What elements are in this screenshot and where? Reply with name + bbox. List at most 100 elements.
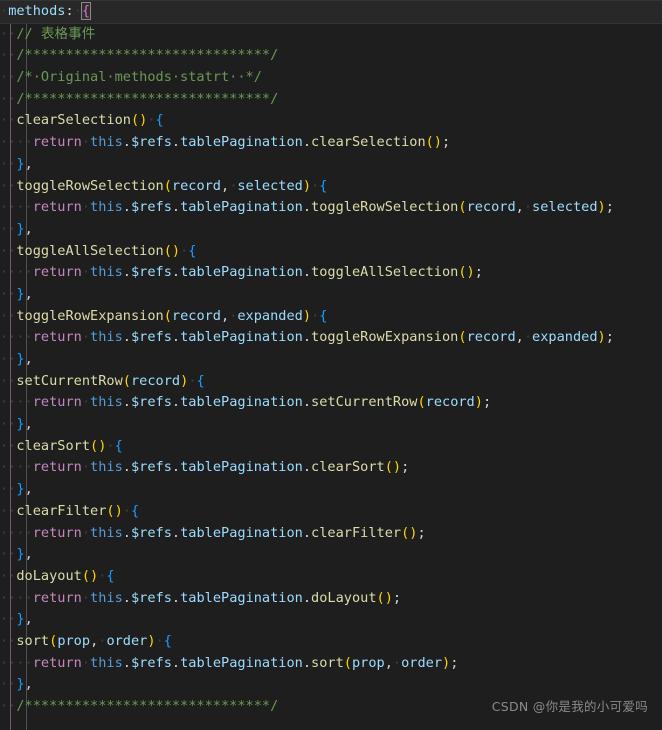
code-line[interactable]: ··},: [0, 219, 662, 241]
code-token: .: [171, 524, 181, 541]
code-token: ····: [0, 459, 33, 476]
code-token: ;: [482, 394, 492, 411]
code-line[interactable]: ··toggleRowExpansion(record,·expanded)·{: [0, 306, 662, 328]
code-line[interactable]: ····return·this.$refs.tablePagination.do…: [0, 588, 662, 610]
code-line[interactable]: ··toggleAllSelection()·{: [0, 241, 662, 263]
code-token: doLayout: [16, 567, 82, 584]
code-token: clearSort: [311, 459, 385, 476]
code-token: toggleRowExpansion: [311, 329, 459, 346]
code-token: $refs: [130, 264, 172, 281]
code-token: ): [302, 307, 312, 324]
code-token: .: [171, 459, 181, 476]
code-line[interactable]: ··/*·Original·methods·statrt··*/: [0, 67, 662, 89]
code-token: ··: [0, 632, 17, 649]
code-line[interactable]: ····return·this.$refs.tablePagination.to…: [0, 327, 662, 349]
code-token: ,: [24, 546, 33, 563]
code-line[interactable]: ··},: [0, 414, 662, 436]
code-token: :: [65, 3, 74, 19]
code-token: clearSelection: [16, 112, 131, 129]
code-token: ·: [81, 264, 91, 281]
code-token: setCurrentRow: [16, 372, 123, 389]
code-token: .: [302, 134, 312, 151]
code-line[interactable]: ··/******************************/: [0, 45, 662, 67]
code-line[interactable]: ··},: [0, 544, 662, 566]
code-line[interactable]: ····return·this.$refs.tablePagination.cl…: [0, 523, 662, 545]
code-line[interactable]: ··setCurrentRow(record)·{: [0, 371, 662, 393]
code-token: (): [130, 112, 148, 129]
code-token: (): [458, 264, 475, 281]
code-token: expanded: [237, 307, 303, 324]
code-token: (: [163, 307, 172, 324]
code-token: ,: [515, 199, 524, 216]
code-content[interactable]: ·methods:·{··// 表格事件 ··/*****************…: [0, 0, 662, 718]
code-token: .: [122, 524, 131, 541]
code-token: (: [458, 199, 467, 216]
code-token: ,: [221, 177, 230, 194]
code-line[interactable]: ··sort(prop,·order)·{: [0, 631, 662, 653]
code-token: .: [122, 589, 131, 606]
code-editor[interactable]: ·methods:·{··// 表格事件 ··/*****************…: [0, 0, 662, 730]
code-token: sort: [311, 654, 344, 671]
code-token: ··: [0, 177, 17, 194]
code-token: }: [16, 546, 25, 563]
code-token: (): [163, 242, 181, 259]
code-token: ·: [392, 654, 402, 671]
code-token: this: [90, 524, 123, 541]
code-token: clearSort: [16, 437, 91, 454]
code-token: .: [122, 394, 131, 411]
code-token: ): [302, 177, 312, 194]
code-line[interactable]: ··},: [0, 609, 662, 631]
code-token: return: [32, 134, 82, 151]
code-line[interactable]: ··},: [0, 349, 662, 371]
code-line[interactable]: ··toggleRowSelection(record,·selected)·{: [0, 176, 662, 198]
code-token: tablePagination: [180, 264, 303, 281]
code-token: record: [466, 329, 516, 346]
code-line[interactable]: ··clearSort()·{: [0, 436, 662, 458]
code-token: $refs: [130, 459, 172, 476]
code-token: .: [122, 329, 131, 346]
code-token: $refs: [130, 134, 172, 151]
code-token: ····: [0, 394, 33, 411]
code-token: tablePagination: [180, 654, 303, 671]
code-token: (: [122, 372, 131, 389]
code-token: .: [122, 264, 131, 281]
code-line[interactable]: ····return·this.$refs.tablePagination.cl…: [0, 132, 662, 154]
code-token: expanded: [532, 329, 598, 346]
code-line[interactable]: ··},: [0, 479, 662, 501]
code-token: ,: [24, 416, 33, 433]
code-line[interactable]: ··doLayout()·{: [0, 566, 662, 588]
code-line[interactable]: ··clearSelection()·{: [0, 110, 662, 132]
code-token: order: [106, 632, 148, 649]
code-line[interactable]: ··clearFilter()·{: [0, 501, 662, 523]
code-token: ): [442, 654, 451, 671]
code-line[interactable]: ····return·this.$refs.tablePagination.se…: [0, 392, 662, 414]
code-line[interactable]: ··},: [0, 284, 662, 306]
code-token: ,: [221, 307, 230, 324]
code-line[interactable]: ····return·this.$refs.tablePagination.to…: [0, 262, 662, 284]
code-token: $refs: [130, 524, 172, 541]
code-line[interactable]: ··},: [0, 154, 662, 176]
code-token: clearFilter: [16, 502, 107, 519]
code-token: $refs: [130, 199, 172, 216]
code-line[interactable]: ·methods:·{: [0, 0, 662, 24]
code-token: .: [302, 459, 312, 476]
code-line[interactable]: ····return·this.$refs.tablePagination.cl…: [0, 457, 662, 479]
code-token: (: [458, 329, 467, 346]
code-token: ··: [0, 611, 17, 628]
code-line[interactable]: ····return·this.$refs.tablePagination.to…: [0, 197, 662, 219]
code-line[interactable]: ····return·this.$refs.tablePagination.so…: [0, 653, 662, 675]
code-token: ;: [401, 459, 410, 476]
code-line[interactable]: ··// 表格事件: [0, 24, 662, 46]
code-token: .: [171, 394, 181, 411]
code-token: record: [466, 199, 516, 216]
code-token: ····: [0, 589, 33, 606]
code-token: ,: [24, 155, 33, 172]
code-line[interactable]: ··},: [0, 674, 662, 696]
code-token: tablePagination: [180, 199, 303, 216]
code-token: $refs: [130, 654, 172, 671]
code-token: tablePagination: [180, 459, 303, 476]
code-line[interactable]: ··/******************************/: [0, 89, 662, 111]
code-token: ,: [24, 676, 33, 693]
code-token: }: [16, 155, 25, 172]
code-token: ··: [0, 481, 17, 498]
